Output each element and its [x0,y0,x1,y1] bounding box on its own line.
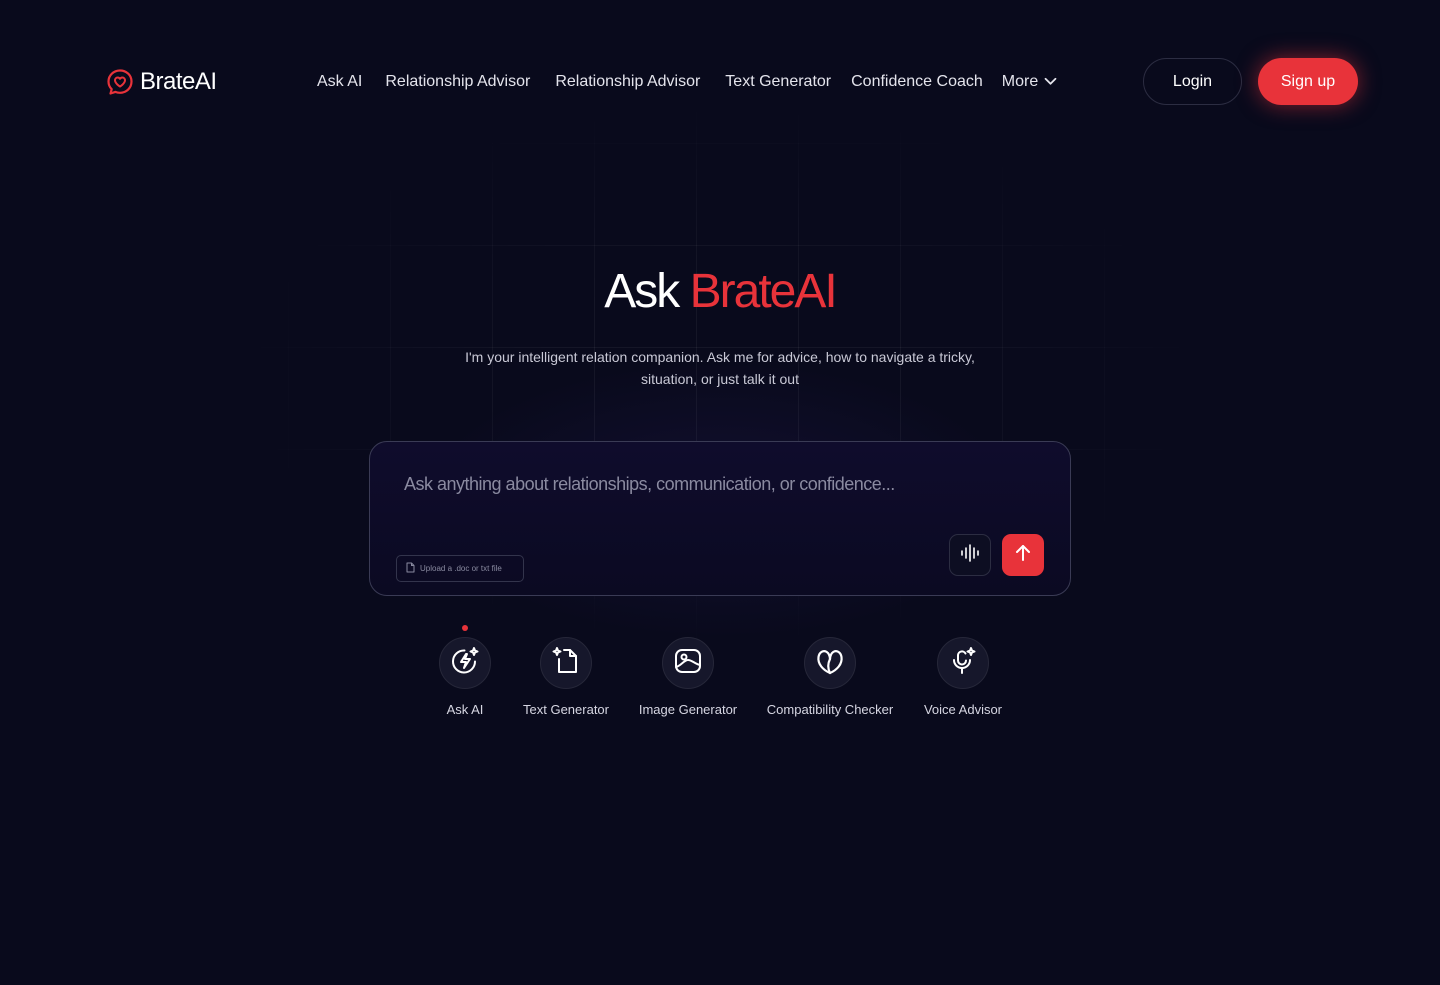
hero-title-accent: BrateAI [689,265,838,318]
hero-subtitle: I'm your intelligent relation companion.… [465,349,975,387]
nav-item-ask-ai[interactable]: Ask AI [317,73,362,91]
tool-voice-advisor[interactable]: Voice Advisor [883,625,1043,717]
tool-shortcuts: Ask AI Text Generator Image Generator Co… [0,625,1440,725]
upload-file-button[interactable]: Upload a .doc or txt file [396,555,524,582]
tool-image-generator[interactable]: Image Generator [608,625,768,717]
tool-icon-circle [662,637,714,689]
upload-file-label: Upload a .doc or txt file [420,564,502,573]
tool-icon-circle [804,637,856,689]
nav-item-confidence-coach[interactable]: Confidence Coach [851,73,983,91]
image-icon [673,646,703,681]
microphone-sparkle-icon [948,646,978,681]
chat-box: Upload a .doc or txt file [369,441,1071,596]
login-button[interactable]: Login [1143,58,1242,105]
signup-button[interactable]: Sign up [1258,58,1358,105]
hero-title-prefix: Ask [604,265,680,318]
nav-more-label: More [1001,73,1039,90]
page: BrateAI Ask AI Relationship Advisor Rela… [0,0,1440,985]
tool-icon-circle [937,637,989,689]
send-button[interactable] [1002,534,1044,576]
hero-title: Ask BrateAI [0,262,1440,322]
chevron-down-icon [1044,73,1057,91]
arrow-up-icon [1014,544,1032,567]
active-indicator-dot [462,625,468,631]
tool-icon-circle [540,637,592,689]
nav-item-relationship-advisor-2[interactable]: Relationship Advisor [555,73,700,91]
brand-name: BrateAI [140,68,217,95]
heart-outline-icon [814,646,846,681]
lightning-sparkle-icon [449,645,481,682]
nav-item-text-generator[interactable]: Text Generator [725,73,831,91]
brand-logo[interactable]: BrateAI [106,66,217,98]
nav-item-relationship-advisor[interactable]: Relationship Advisor [385,73,530,91]
tool-label: Image Generator [638,702,738,717]
tool-label: Voice Advisor [923,702,1003,717]
voice-input-button[interactable] [949,534,991,576]
tool-icon-circle [439,637,491,689]
chat-heart-icon [106,68,134,96]
nav-more-dropdown[interactable]: More [1002,73,1057,91]
document-sparkle-icon [551,646,581,681]
waveform-icon [960,543,980,567]
main-nav: Ask AI Relationship Advisor Relationship… [317,70,1057,94]
file-icon [406,562,415,575]
chat-input[interactable] [402,468,1026,500]
